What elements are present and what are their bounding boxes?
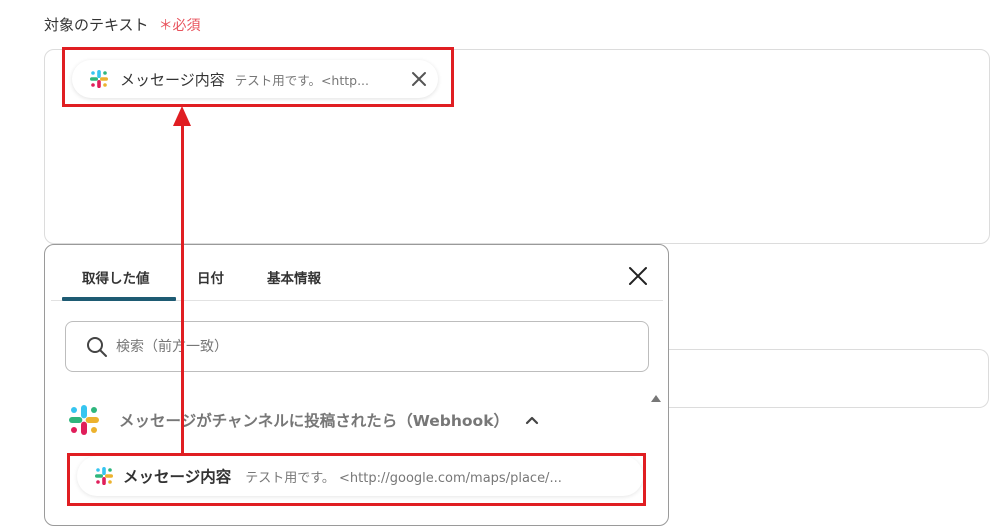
slack-icon <box>69 405 99 435</box>
scroll-up-arrow[interactable] <box>651 395 661 402</box>
field-label-text: 対象のテキスト <box>44 16 149 34</box>
next-field[interactable] <box>660 349 989 408</box>
search-icon <box>87 336 107 357</box>
annotation-arrow-head <box>173 106 191 126</box>
close-icon[interactable] <box>627 265 649 287</box>
search-input[interactable] <box>114 337 618 356</box>
active-tab-indicator <box>62 297 176 301</box>
tab-acquired-values[interactable]: 取得した値 <box>82 267 150 287</box>
highlight-box-selected-chip <box>62 47 454 107</box>
trigger-group-header[interactable]: メッセージがチャンネルに投稿されたら（Webhook） <box>69 405 539 435</box>
field-label: 対象のテキスト ＊必須 <box>44 14 201 35</box>
search-box[interactable] <box>65 321 649 372</box>
tab-date[interactable]: 日付 <box>197 267 224 287</box>
annotation-arrow <box>181 120 184 456</box>
tab-basic-info[interactable]: 基本情報 <box>267 267 321 287</box>
highlight-box-list-item <box>67 453 646 506</box>
group-label: メッセージがチャンネルに投稿されたら（Webhook） <box>119 412 510 430</box>
chevron-up-icon[interactable] <box>525 415 539 425</box>
required-badge: ＊必須 <box>158 18 201 34</box>
